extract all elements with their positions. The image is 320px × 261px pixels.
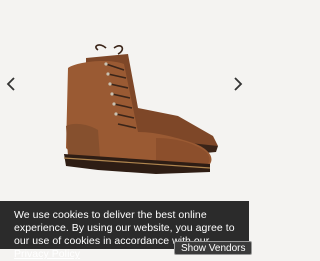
privacy-policy-link[interactable]: Privacy Policy	[14, 248, 80, 260]
boot-product-image	[63, 44, 218, 174]
show-vendors-button[interactable]: Show Vendors	[174, 241, 252, 255]
next-image-button[interactable]	[231, 75, 245, 93]
product-gallery	[0, 0, 249, 200]
chevron-right-icon	[234, 77, 243, 91]
cookie-consent-banner: We use cookies to deliver the best onlin…	[0, 201, 252, 260]
previous-image-button[interactable]	[4, 75, 18, 93]
chevron-left-icon	[6, 77, 15, 91]
